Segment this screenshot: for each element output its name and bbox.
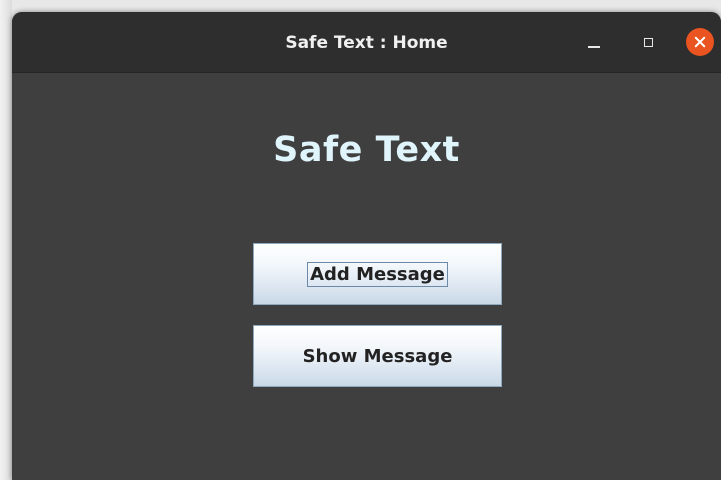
minimize-button[interactable]	[580, 28, 608, 56]
window-title: Safe Text : Home	[285, 33, 448, 53]
close-icon	[694, 36, 706, 48]
show-message-button[interactable]: Show Message	[253, 325, 502, 387]
page-heading: Safe Text	[273, 130, 460, 170]
maximize-icon	[643, 37, 653, 47]
app-window: Safe Text : Home Safe Text Add Message S…	[12, 12, 721, 480]
show-message-label: Show Message	[302, 345, 453, 367]
add-message-label: Add Message	[307, 261, 448, 287]
add-message-button[interactable]: Add Message	[253, 243, 502, 305]
minimize-icon	[588, 46, 600, 48]
close-button[interactable]	[686, 28, 714, 56]
maximize-button[interactable]	[634, 28, 662, 56]
desktop-background	[0, 0, 12, 480]
title-bar[interactable]: Safe Text : Home	[12, 12, 721, 73]
